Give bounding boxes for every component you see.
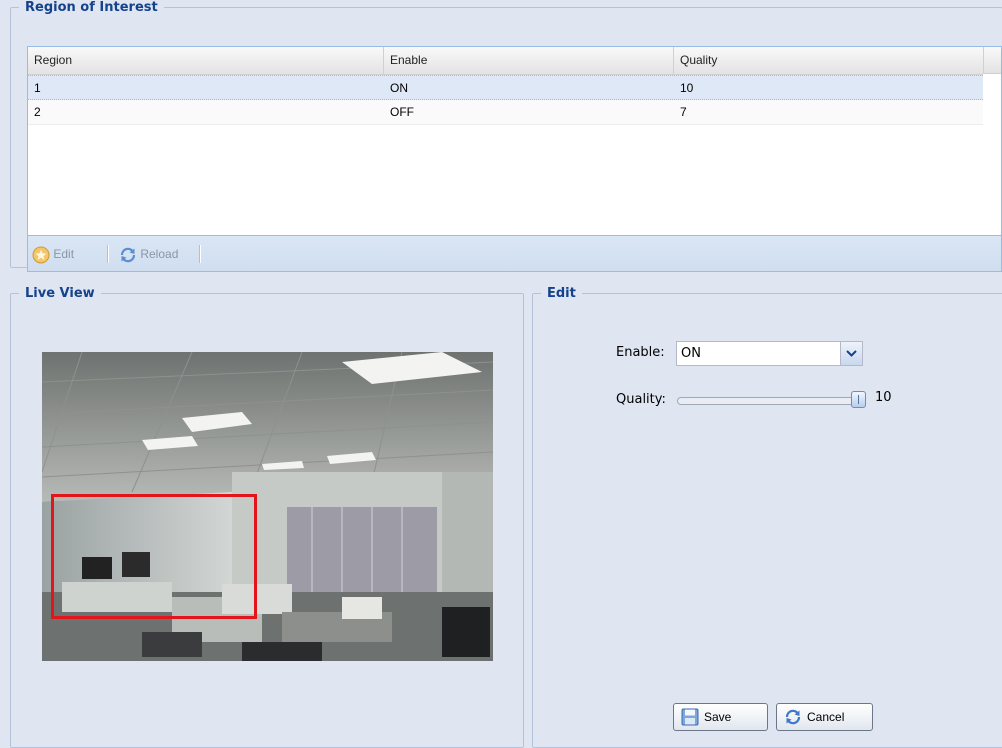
save-button-label: Save	[704, 710, 732, 724]
grid-header: Region Enable Quality	[28, 47, 983, 75]
live-view-title: Live View	[25, 286, 95, 301]
chevron-down-icon	[846, 350, 857, 357]
enable-select-value: ON	[681, 346, 701, 361]
table-row[interactable]: 2 OFF 7	[28, 100, 983, 125]
save-button[interactable]: Save	[673, 703, 768, 731]
toolbar-separator	[199, 245, 201, 263]
cell-enable: ON	[390, 81, 408, 95]
star-icon	[32, 246, 50, 264]
floppy-disk-icon	[681, 708, 699, 726]
cell-enable: OFF	[390, 105, 414, 119]
column-header-quality[interactable]: Quality	[674, 47, 983, 74]
roi-grid: Region Enable Quality 1 ON 10 2 OFF 7 Ed…	[27, 46, 1002, 272]
edit-panel: Edit Enable: ON Quality: 10 Save Cancel	[532, 286, 1002, 748]
quality-label: Quality:	[616, 392, 666, 407]
refresh-icon	[785, 709, 801, 725]
region-of-interest-panel: Region of Interest Region Enable Quality…	[10, 0, 1002, 272]
region-of-interest-title: Region of Interest	[25, 0, 158, 15]
edit-button-label: Edit	[53, 247, 75, 261]
edit-title: Edit	[547, 286, 576, 301]
cancel-button[interactable]: Cancel	[776, 703, 873, 731]
quality-slider-thumb[interactable]	[851, 391, 866, 408]
cancel-button-label: Cancel	[807, 710, 845, 724]
grid-toolbar: Edit Reload	[28, 235, 1001, 271]
enable-label: Enable:	[616, 345, 665, 360]
quality-value: 10	[875, 390, 892, 405]
cell-quality: 7	[680, 105, 687, 119]
edit-button[interactable]: Edit	[32, 244, 74, 264]
column-header-enable[interactable]: Enable	[384, 47, 674, 74]
cell-quality: 10	[680, 81, 694, 95]
table-row[interactable]: 1 ON 10	[28, 75, 983, 100]
enable-select[interactable]: ON	[676, 341, 863, 366]
cell-region: 1	[34, 81, 41, 95]
reload-button-label: Reload	[140, 247, 179, 261]
quality-slider-track[interactable]	[677, 397, 861, 405]
roi-region-rectangle[interactable]	[51, 494, 257, 619]
live-video-feed[interactable]	[42, 352, 493, 661]
cell-region: 2	[34, 105, 41, 119]
live-view-panel: Live View	[10, 286, 524, 748]
enable-select-trigger[interactable]	[840, 342, 862, 365]
column-header-region[interactable]: Region	[28, 47, 384, 74]
grid-header-filler	[983, 47, 1001, 74]
toolbar-separator	[107, 245, 109, 263]
reload-button[interactable]: Reload	[119, 244, 178, 264]
reload-icon	[120, 247, 136, 263]
